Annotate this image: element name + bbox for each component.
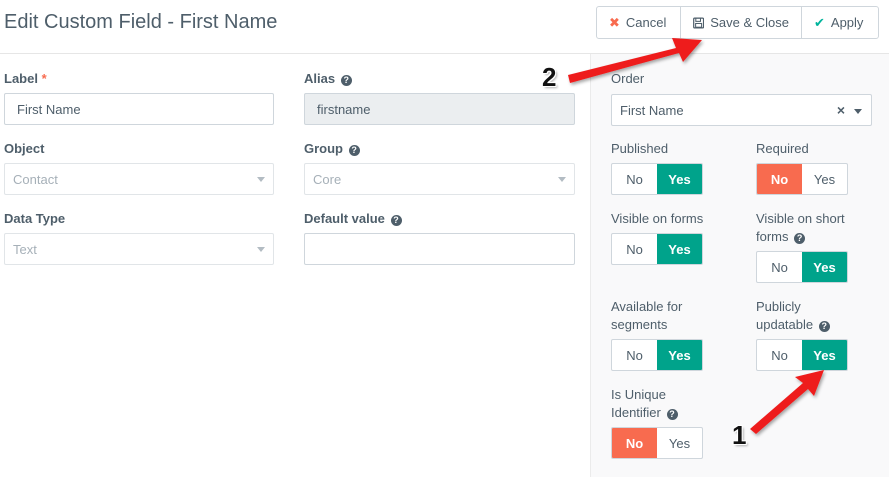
- default-value-label-text: Default value: [304, 211, 385, 226]
- visible-on-forms-label: Visible on forms: [611, 211, 704, 226]
- available-for-segments-yes-button[interactable]: Yes: [657, 340, 702, 370]
- available-for-segments-label-line1: Available for: [611, 299, 683, 314]
- close-icon: ✖: [609, 14, 620, 30]
- cancel-label: Cancel: [625, 15, 667, 30]
- save-close-button[interactable]: Save & Close: [681, 7, 802, 38]
- visible-on-short-forms-label-line1: Visible on short: [756, 211, 845, 226]
- unique-identifier-label-line1: Is Unique: [611, 387, 666, 402]
- save-icon: [693, 16, 705, 29]
- unique-identifier-toggle: No Yes: [611, 427, 703, 459]
- unique-identifier-label-line2: Identifier: [611, 405, 661, 420]
- visible-on-short-forms-label-line2-row: forms ?: [756, 228, 845, 246]
- toolbar: ✖ Cancel Save & Close ✔ Apply: [596, 6, 879, 39]
- question-circle-icon[interactable]: ?: [348, 145, 360, 156]
- data-type-select[interactable]: Text: [4, 233, 274, 265]
- publicly-updatable-label-line2: updatable: [756, 317, 814, 332]
- visible-on-short-forms-no-button[interactable]: No: [757, 252, 802, 282]
- alias-label: Alias ?: [304, 70, 352, 88]
- group-select-value: Core: [313, 171, 342, 187]
- group-select[interactable]: Core: [304, 163, 575, 195]
- required-toggle: No Yes: [756, 163, 848, 195]
- chevron-down-icon: [257, 247, 265, 252]
- page-header: Edit Custom Field - First Name ✖ Cancel …: [0, 0, 889, 54]
- visible-on-short-forms-yes-button[interactable]: Yes: [802, 252, 847, 282]
- publicly-updatable-label-line1: Publicly: [756, 299, 801, 314]
- unique-identifier-label-line2-row: Identifier ?: [611, 404, 678, 422]
- apply-label: Apply: [830, 15, 864, 30]
- available-for-segments-no-button[interactable]: No: [612, 340, 657, 370]
- question-circle-icon[interactable]: ?: [818, 321, 830, 332]
- published-yes-button[interactable]: Yes: [657, 164, 702, 194]
- apply-button[interactable]: ✔ Apply: [802, 7, 878, 38]
- default-value-label: Default value ?: [304, 210, 402, 228]
- required-yes-button[interactable]: Yes: [802, 164, 847, 194]
- object-label: Object: [4, 141, 45, 156]
- question-circle-icon[interactable]: ?: [390, 215, 402, 226]
- annotation-marker-1: 1: [732, 420, 747, 450]
- available-for-segments-label: Available for segments: [611, 298, 682, 334]
- publicly-updatable-yes-button[interactable]: Yes: [802, 340, 847, 370]
- available-for-segments-label-line2: segments: [611, 317, 668, 332]
- order-label: Order: [611, 71, 645, 86]
- data-type-label: Data Type: [4, 211, 66, 226]
- publicly-updatable-label-line2-row: updatable ?: [756, 316, 830, 334]
- alias-label-text: Alias: [304, 71, 336, 86]
- question-circle-icon[interactable]: ?: [340, 75, 352, 86]
- default-value-input[interactable]: [304, 233, 575, 265]
- available-for-segments-toggle: No Yes: [611, 339, 703, 371]
- chevron-down-icon: [257, 177, 265, 182]
- label-field-label: Label *: [4, 70, 47, 88]
- published-label: Published: [611, 141, 669, 156]
- question-circle-icon[interactable]: ?: [794, 233, 806, 244]
- publicly-updatable-toggle: No Yes: [756, 339, 848, 371]
- chevron-down-icon: [558, 177, 566, 182]
- visible-on-forms-no-button[interactable]: No: [612, 234, 657, 264]
- cancel-button[interactable]: ✖ Cancel: [597, 7, 681, 38]
- chevron-down-icon: [854, 109, 862, 114]
- data-type-select-value: Text: [13, 241, 37, 257]
- visible-on-short-forms-label: Visible on short forms ?: [756, 210, 845, 246]
- alias-input[interactable]: firstname: [304, 93, 575, 125]
- object-select-value: Contact: [13, 171, 58, 187]
- clear-icon[interactable]: ×: [837, 102, 845, 118]
- published-toggle: No Yes: [611, 163, 703, 195]
- publicly-updatable-label: Publicly updatable ?: [756, 298, 830, 334]
- label-input[interactable]: First Name: [4, 93, 274, 125]
- required-no-button[interactable]: No: [757, 164, 802, 194]
- annotation-marker-2: 2: [542, 62, 557, 92]
- required-asterisk: *: [41, 71, 47, 86]
- order-select[interactable]: First Name ×: [611, 94, 872, 126]
- page-title: Edit Custom Field - First Name: [4, 11, 278, 33]
- visible-on-forms-toggle: No Yes: [611, 233, 703, 265]
- unique-identifier-label: Is Unique Identifier ?: [611, 386, 678, 422]
- publicly-updatable-no-button[interactable]: No: [757, 340, 802, 370]
- check-icon: ✔: [814, 14, 825, 30]
- visible-on-short-forms-toggle: No Yes: [756, 251, 848, 283]
- object-select[interactable]: Contact: [4, 163, 274, 195]
- question-circle-icon[interactable]: ?: [666, 409, 678, 420]
- published-no-button[interactable]: No: [612, 164, 657, 194]
- group-label: Group ?: [304, 140, 360, 158]
- visible-on-short-forms-label-line2: forms: [756, 229, 789, 244]
- required-label: Required: [756, 141, 809, 156]
- unique-identifier-yes-button[interactable]: Yes: [657, 428, 702, 458]
- group-label-text: Group: [304, 141, 343, 156]
- order-select-value: First Name: [620, 102, 684, 118]
- unique-identifier-no-button[interactable]: No: [612, 428, 657, 458]
- label-field-label-text: Label: [4, 71, 38, 86]
- visible-on-forms-yes-button[interactable]: Yes: [657, 234, 702, 264]
- save-close-label: Save & Close: [710, 15, 789, 30]
